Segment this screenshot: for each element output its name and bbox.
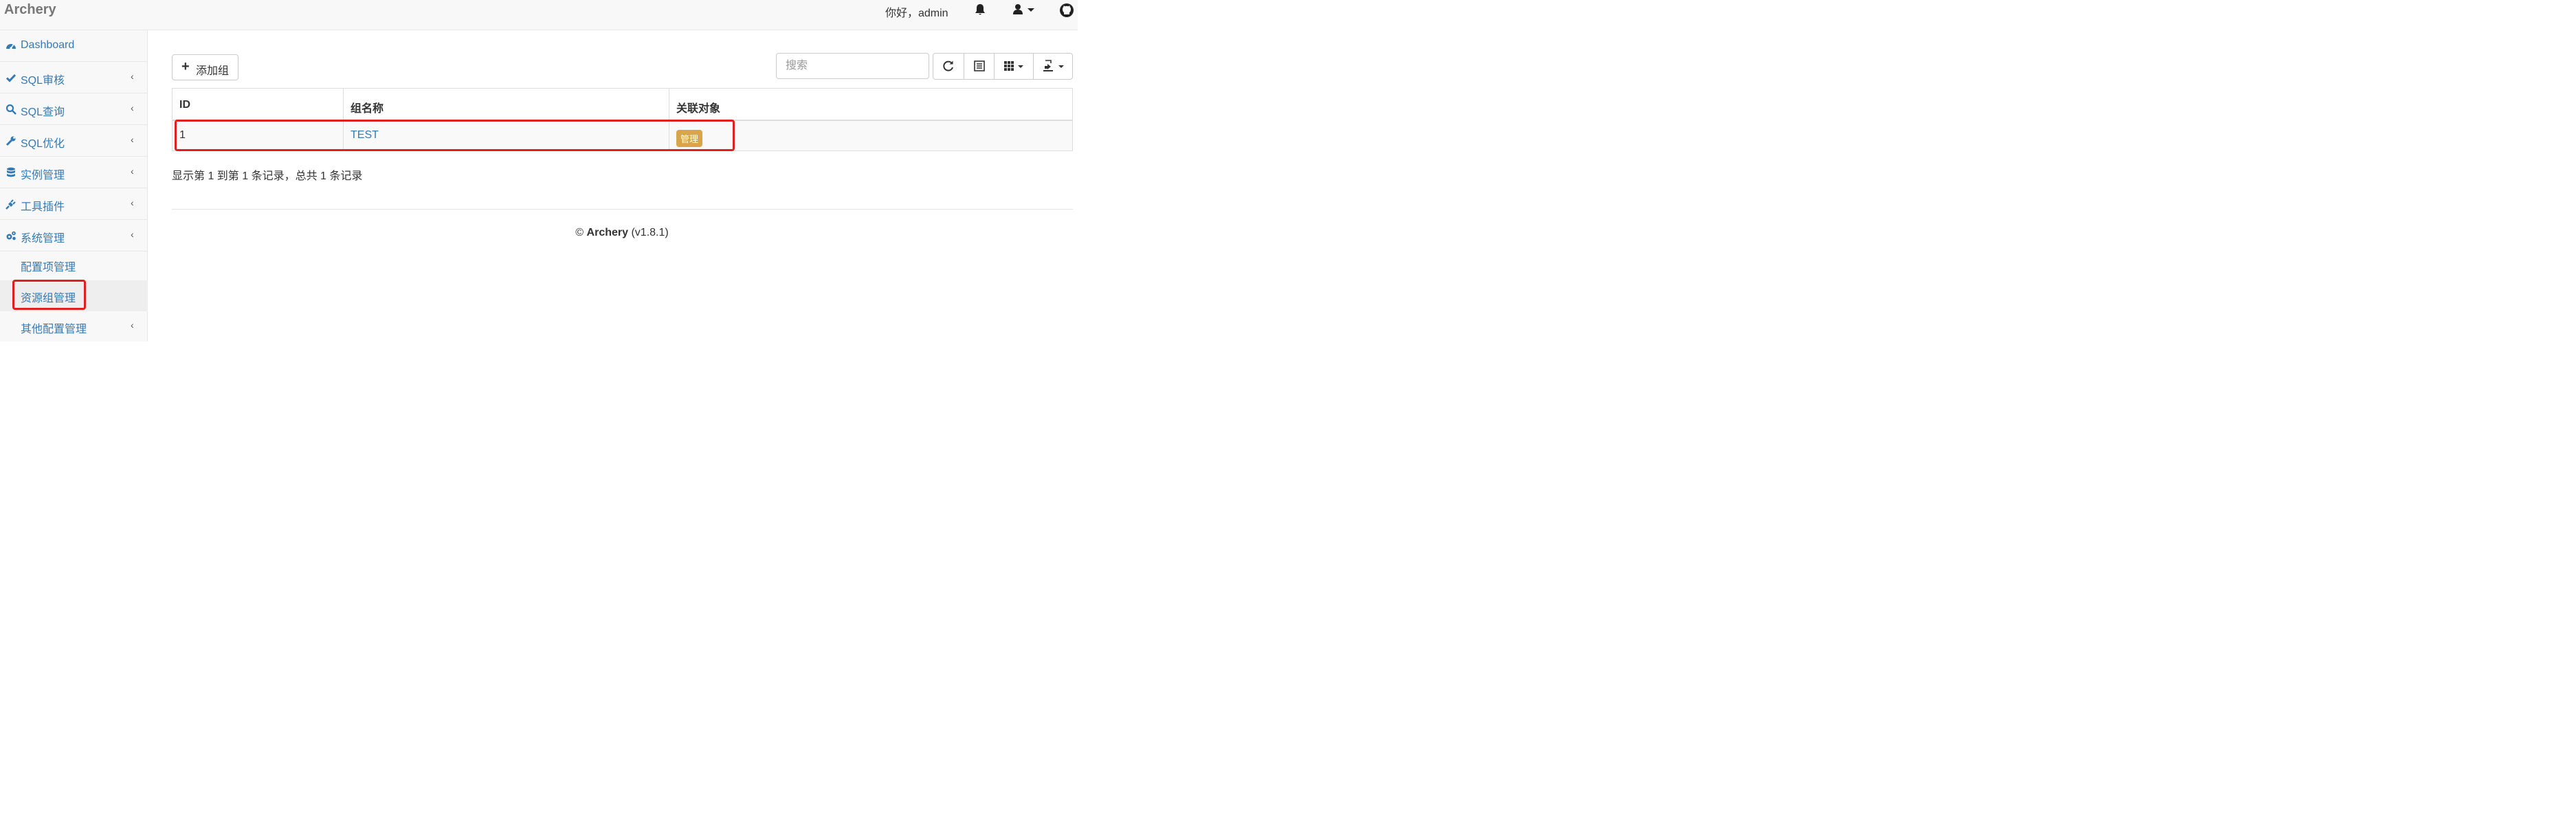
database-icon (5, 167, 16, 178)
user-menu-button[interactable] (1012, 3, 1035, 16)
sidebar-subitem-label: 配置项管理 (21, 262, 76, 273)
toggle-view-button[interactable] (964, 53, 995, 80)
sidebar-item-dashboard[interactable]: Dashboard (0, 30, 148, 62)
chevron-left-icon: ‹ (131, 102, 134, 113)
brand-logo[interactable]: Archery (4, 2, 56, 18)
search-input[interactable] (776, 53, 929, 79)
chevron-left-icon: ‹ (131, 166, 134, 177)
footer: © Archery (v1.8.1) (0, 227, 1244, 239)
divider (172, 209, 1073, 210)
chevron-left-icon: ‹ (131, 71, 134, 82)
top-navbar: Archery 你好，admin (0, 0, 1078, 30)
sidebar-item-label: 工具插件 (21, 201, 65, 213)
export-icon (1043, 60, 1064, 71)
chevron-left-icon: ‹ (131, 197, 134, 208)
export-button[interactable] (1033, 53, 1073, 80)
sidebar-subitem-config[interactable]: 配置项管理 (0, 249, 148, 280)
user-greeting: 你好，admin (885, 8, 948, 19)
column-header-related[interactable]: 关联对象 (669, 89, 1072, 121)
bell-icon[interactable] (973, 3, 987, 16)
columns-icon (1004, 61, 1023, 71)
column-header-name[interactable]: 组名称 (344, 89, 669, 121)
check-icon (5, 72, 16, 83)
pagination-info: 显示第 1 到第 1 条记录，总共 1 条记录 (172, 170, 363, 182)
footer-brand: Archery (586, 227, 629, 238)
sidebar-item-tools[interactable]: 工具插件 ‹ (0, 188, 148, 220)
user-icon (1013, 4, 1034, 14)
sidebar-subitem-other-config[interactable]: 其他配置管理 ‹ (0, 311, 148, 342)
sidebar-item-label: SQL查询 (21, 107, 65, 118)
column-header-id[interactable]: ID (173, 89, 344, 121)
highlight-box-sidebar (12, 280, 86, 310)
sidebar-item-sql-optimize[interactable]: SQL优化 ‹ (0, 125, 148, 157)
sidebar-item-label: SQL优化 (21, 138, 65, 150)
add-group-button[interactable]: + 添加组 (172, 54, 238, 80)
chevron-left-icon: ‹ (131, 134, 134, 145)
footer-version: (v1.8.1) (631, 227, 669, 238)
refresh-icon (943, 60, 953, 71)
sidebar-item-label: SQL审核 (21, 75, 65, 87)
sidebar-item-sql-query[interactable]: SQL查询 ‹ (0, 93, 148, 125)
wrench-icon (5, 135, 16, 146)
dashboard-icon (5, 41, 16, 52)
list-icon (974, 60, 985, 71)
plug-icon (5, 199, 16, 210)
sidebar-item-label: 实例管理 (21, 170, 65, 181)
sidebar-item-label: Dashboard (21, 39, 75, 51)
highlight-box-row (175, 120, 735, 151)
sidebar-subitem-label: 其他配置管理 (21, 324, 87, 335)
sidebar-item-sql-review[interactable]: SQL审核 ‹ (0, 62, 148, 93)
add-group-label: 添加组 (196, 65, 230, 77)
copyright-symbol: © (575, 227, 584, 238)
sidebar-item-instances[interactable]: 实例管理 ‹ (0, 157, 148, 188)
chevron-left-icon: ‹ (131, 320, 134, 331)
refresh-button[interactable] (933, 53, 964, 80)
plus-icon: + (181, 59, 190, 74)
columns-button[interactable] (994, 53, 1034, 80)
search-icon (5, 104, 16, 115)
github-icon[interactable] (1059, 3, 1074, 18)
